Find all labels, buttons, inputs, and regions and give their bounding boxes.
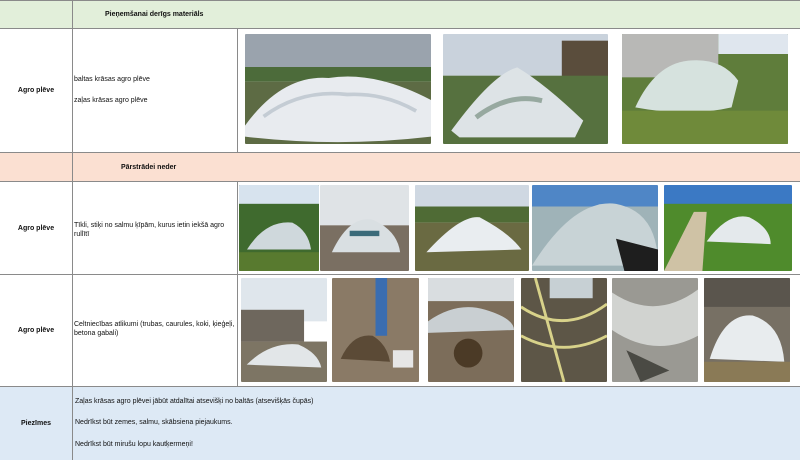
row-not-construction: Agro plēve Celtniecības atlikumi (trubas…: [0, 275, 800, 387]
film-pile-road-photo: [664, 185, 792, 271]
item-white-film: baltas krāsas agro plēve: [74, 76, 150, 83]
film-by-wall-photo: [704, 278, 790, 382]
section-header-acceptable: Pieņemšanai derīgs materiāls: [0, 0, 800, 29]
nets-description: Tīkli, stiķi no salmu ķīpām, kurus ietin…: [74, 222, 225, 238]
row-label: Agro plēve: [0, 29, 73, 152]
netting-twine-photo: [521, 278, 607, 382]
film-pile-trees-photo: [239, 185, 319, 271]
netting-pile-photo: [532, 185, 658, 271]
note-line: Zaļas krāsas agro plēvei jābūt atdalītai…: [75, 398, 314, 405]
notes-label: Piezīmes: [0, 387, 73, 460]
debris-film-shed-photo: [241, 278, 327, 382]
film-pile-field-photo: [415, 185, 529, 271]
note-line: Nedrīkst būt mirušu lopu kautķermeņi!: [75, 441, 193, 448]
white-film-grass-wall-photo: [622, 34, 788, 144]
dirty-film-closeup-photo: [612, 278, 698, 382]
row-label: Agro plēve: [0, 275, 73, 386]
row-notes: Piezīmes Zaļas krāsas agro plēvei jābūt …: [0, 387, 800, 460]
item-green-film: zaļas krāsas agro plēve: [74, 97, 148, 104]
materials-table: Pieņemšanai derīgs materiāls Agro plēve …: [0, 0, 800, 460]
row-label: Agro plēve: [0, 182, 73, 274]
construction-description: Celtniecības atlikumi (trubas, caurules,…: [74, 321, 235, 337]
note-line: Nedrīkst būt zemes, salmu, skābsiena pie…: [75, 419, 233, 426]
not-recyclable-header-title: Pārstrādei neder: [121, 163, 177, 171]
film-pile-ground-photo: [320, 185, 409, 271]
row-acceptable: Agro plēve baltas krāsas agro plēve zaļa…: [0, 29, 800, 153]
white-film-pile-barn-photo: [443, 34, 608, 144]
white-film-pile-field-photo: [245, 34, 431, 144]
acceptable-header-title: Pieņemšanai derīgs materiāls: [105, 11, 204, 18]
debris-mixed-photo: [428, 278, 514, 382]
construction-waste-pile-photo: [332, 278, 419, 382]
row-not-nets: Agro plēve Tīkli, stiķi no salmu ķīpām, …: [0, 182, 800, 275]
section-header-not-recyclable: Pārstrādei neder: [0, 153, 800, 182]
